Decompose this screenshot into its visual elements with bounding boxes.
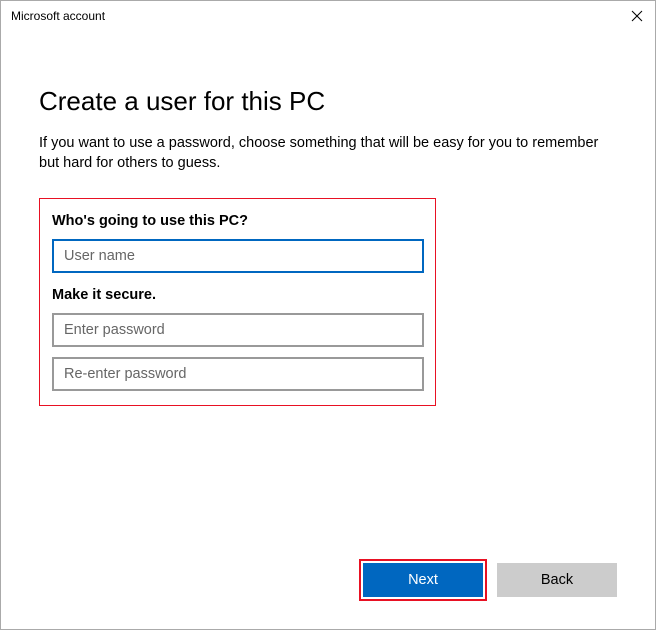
next-button[interactable]: Next: [363, 563, 483, 597]
content-area: Create a user for this PC If you want to…: [1, 31, 655, 629]
password-input[interactable]: [52, 313, 424, 347]
titlebar: Microsoft account: [1, 1, 655, 31]
back-button[interactable]: Back: [497, 563, 617, 597]
next-button-highlight: Next: [359, 559, 487, 601]
form-highlight-box: Who's going to use this PC? Make it secu…: [39, 198, 436, 406]
window: Microsoft account Create a user for this…: [0, 0, 656, 630]
footer-buttons: Next Back: [359, 559, 617, 601]
close-icon[interactable]: [631, 10, 643, 22]
username-section-label: Who's going to use this PC?: [52, 213, 423, 229]
username-input[interactable]: [52, 239, 424, 273]
window-title: Microsoft account: [11, 9, 105, 23]
reenter-password-input[interactable]: [52, 357, 424, 391]
page-heading: Create a user for this PC: [39, 86, 617, 117]
password-section-label: Make it secure.: [52, 287, 423, 303]
page-subtext: If you want to use a password, choose so…: [39, 133, 617, 174]
